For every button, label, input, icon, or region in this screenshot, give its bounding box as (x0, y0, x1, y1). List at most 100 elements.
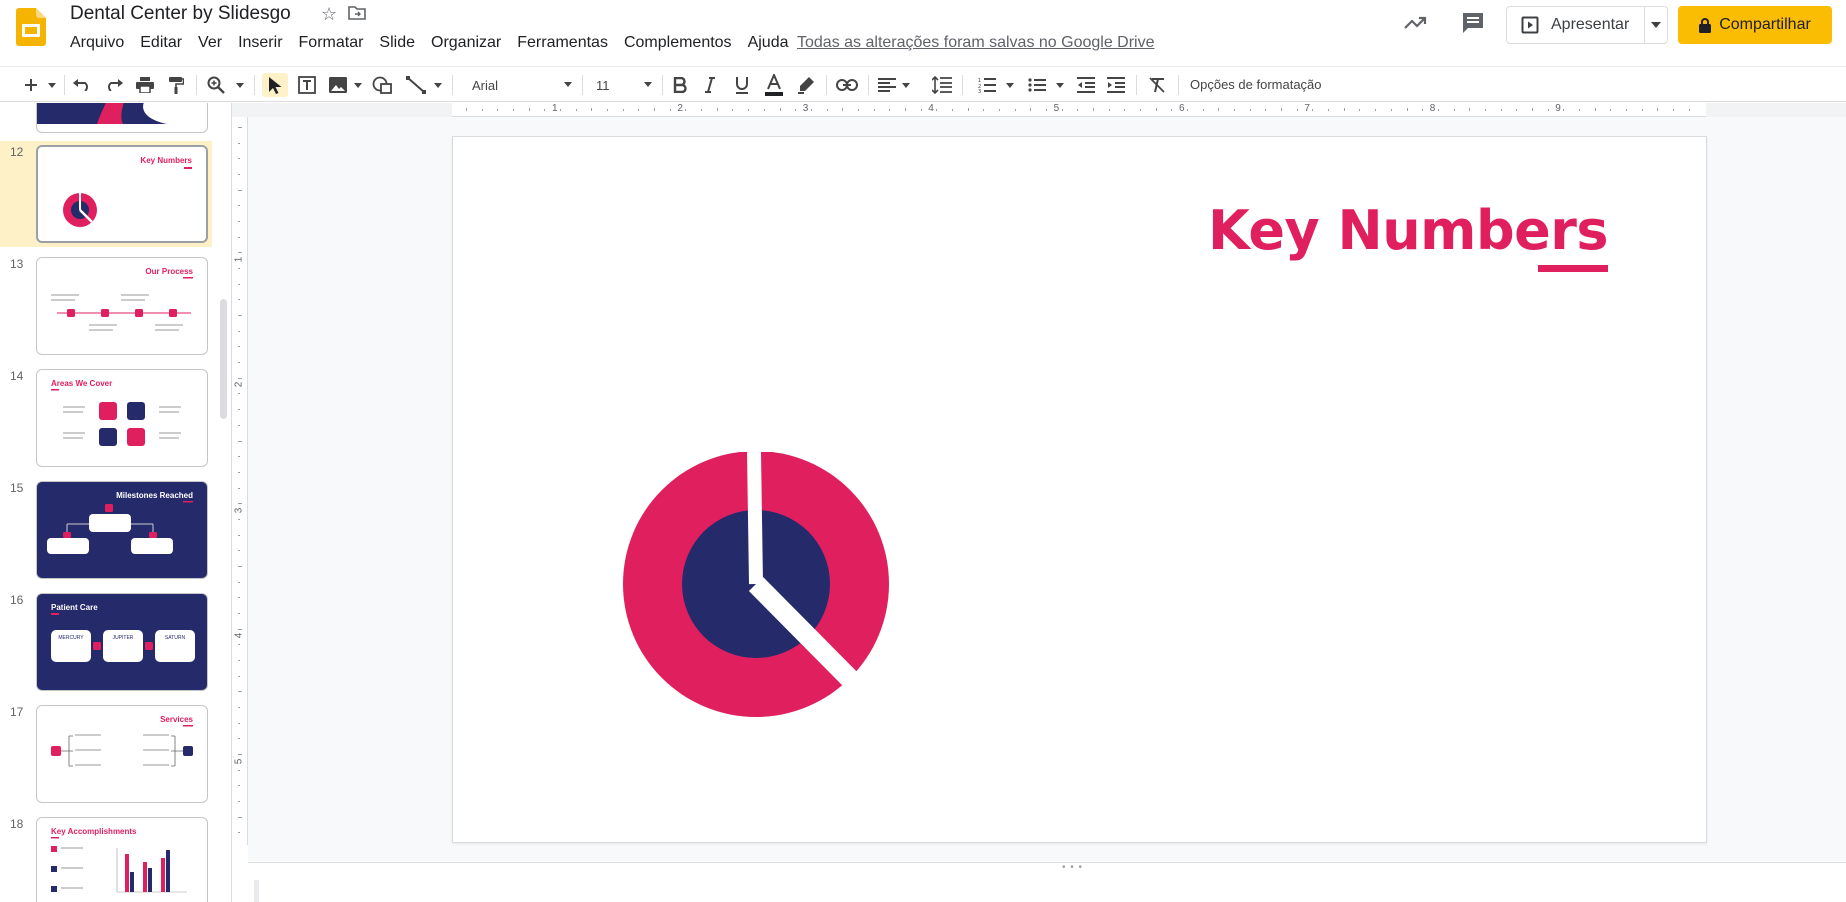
select-cursor-icon[interactable] (262, 73, 288, 97)
share-button[interactable]: Compartilhar (1678, 6, 1832, 44)
shape-icon[interactable] (370, 73, 394, 97)
menu-complementos[interactable]: Complementos (616, 32, 740, 54)
zoom-dropdown-icon[interactable] (234, 73, 246, 97)
menu-ver[interactable]: Ver (190, 32, 230, 54)
comments-icon[interactable] (1460, 10, 1486, 36)
move-folder-icon[interactable] (348, 6, 366, 20)
new-slide-dropdown-icon[interactable] (46, 73, 58, 97)
ruler-tick (1328, 109, 1330, 111)
slide-thumbnail-12[interactable]: Key Numbers (36, 145, 208, 243)
decrease-indent-icon[interactable] (1074, 73, 1098, 97)
ruler-tick (238, 205, 240, 207)
slide-thumbnail-15[interactable]: Milestones Reached (36, 481, 208, 579)
ruler-tick (904, 108, 906, 111)
save-status-link[interactable]: Todas as alterações foram salvas no Goog… (797, 32, 1155, 54)
thumb-underline (184, 167, 192, 169)
numbered-list-icon[interactable]: 123 (976, 73, 998, 97)
bulleted-list-icon[interactable] (1026, 73, 1048, 97)
lock-icon (1699, 17, 1712, 33)
ruler-tick (238, 377, 242, 379)
line-icon[interactable] (404, 73, 428, 97)
menu-ajuda[interactable]: Ajuda (740, 32, 797, 54)
title-underline[interactable] (1538, 265, 1608, 272)
increase-indent-icon[interactable] (1104, 73, 1128, 97)
ruler-tick (238, 456, 240, 458)
font-family-select[interactable]: Arial (472, 73, 572, 97)
ruler-tick (238, 816, 242, 818)
star-icon[interactable]: ☆ (321, 4, 337, 25)
activity-trend-icon[interactable] (1402, 10, 1428, 36)
slide-thumbnail-11[interactable] (36, 103, 208, 133)
ruler-tick (238, 534, 240, 536)
menu-arquivo[interactable]: Arquivo (62, 32, 132, 54)
ruler-tick (857, 109, 859, 111)
slide-thumbnail-18[interactable]: Key Accomplishments (36, 817, 208, 902)
underline-icon[interactable] (730, 73, 754, 97)
font-size-value: 11 (596, 77, 610, 93)
main-slide[interactable]: Key Numbers (452, 136, 1707, 843)
zoom-icon[interactable] (204, 73, 228, 97)
ruler-margin (232, 103, 452, 117)
slides-logo-icon[interactable] (16, 8, 46, 46)
horizontal-ruler[interactable]: 1 2 3 4 5 6 7 8 9 (452, 103, 1706, 117)
vertical-ruler[interactable]: 1 2 3 4 5 (232, 117, 248, 845)
menu-editar[interactable]: Editar (132, 32, 190, 54)
ruler-tick (238, 801, 240, 803)
slide-thumbnail-17[interactable]: Services (36, 705, 208, 803)
insert-link-icon[interactable] (834, 73, 860, 97)
thumb-connector (145, 642, 153, 650)
image-dropdown-icon[interactable] (352, 73, 364, 97)
numbered-list-dropdown-icon[interactable] (1004, 73, 1016, 97)
ruler-tick (732, 109, 734, 111)
ruler-tick (1312, 109, 1314, 111)
toolbar-divider (452, 75, 453, 95)
text-color-icon[interactable] (762, 73, 786, 97)
filmstrip-scrollbar[interactable] (220, 299, 227, 419)
bulleted-list-dropdown-icon[interactable] (1054, 73, 1066, 97)
speaker-notes[interactable] (248, 862, 1846, 902)
present-button[interactable]: Apresentar (1507, 7, 1645, 43)
new-slide-icon[interactable] (20, 73, 42, 97)
toolbar-divider (64, 75, 65, 95)
ruler-tick (1030, 108, 1032, 111)
notes-resize-handle[interactable]: • • • (1062, 862, 1083, 873)
format-options-button[interactable]: Opções de formatação (1190, 73, 1322, 97)
present-options-dropdown[interactable] (1645, 22, 1667, 28)
menu-ferramentas[interactable]: Ferramentas (509, 32, 616, 54)
paint-format-icon[interactable] (164, 73, 188, 97)
document-title[interactable]: Dental Center by Slidesgo (70, 2, 291, 26)
ruler-tick (1688, 109, 1690, 111)
donut-chart[interactable] (623, 452, 893, 722)
menu-slide[interactable]: Slide (371, 32, 423, 54)
ruler-tick (238, 550, 240, 552)
align-icon[interactable] (876, 73, 898, 97)
font-size-select[interactable]: 11 (596, 73, 652, 97)
align-dropdown-icon[interactable] (900, 73, 912, 97)
ruler-number: 2 (233, 382, 245, 388)
print-icon[interactable] (133, 73, 157, 97)
ruler-tick (1500, 109, 1502, 111)
image-icon[interactable] (326, 73, 350, 97)
menu-organizar[interactable]: Organizar (423, 32, 509, 54)
slide-number: 16 (10, 593, 24, 607)
present-button-group: Apresentar (1506, 6, 1668, 44)
line-dropdown-icon[interactable] (432, 73, 444, 97)
slide-title[interactable]: Key Numbers (1208, 199, 1608, 262)
toolbar-divider (1178, 75, 1179, 95)
ruler-tick (889, 109, 891, 111)
undo-icon[interactable] (70, 73, 94, 97)
slide-thumbnail-16[interactable]: Patient Care MERCURY JUPITER SATURN (36, 593, 208, 691)
highlight-color-icon[interactable] (794, 73, 818, 97)
redo-icon[interactable] (102, 73, 126, 97)
slide-thumbnail-14[interactable]: Areas We Cover (36, 369, 208, 467)
slide-thumbnail-13[interactable]: Our Process (36, 257, 208, 355)
ruler-tick (622, 109, 624, 111)
line-spacing-icon[interactable] (930, 73, 954, 97)
bold-icon[interactable] (668, 73, 692, 97)
ruler-tick (1484, 109, 1486, 111)
menu-formatar[interactable]: Formatar (291, 32, 372, 54)
menu-inserir[interactable]: Inserir (230, 32, 290, 54)
italic-icon[interactable] (698, 73, 722, 97)
text-box-icon[interactable] (294, 73, 320, 97)
clear-formatting-icon[interactable] (1146, 73, 1170, 97)
